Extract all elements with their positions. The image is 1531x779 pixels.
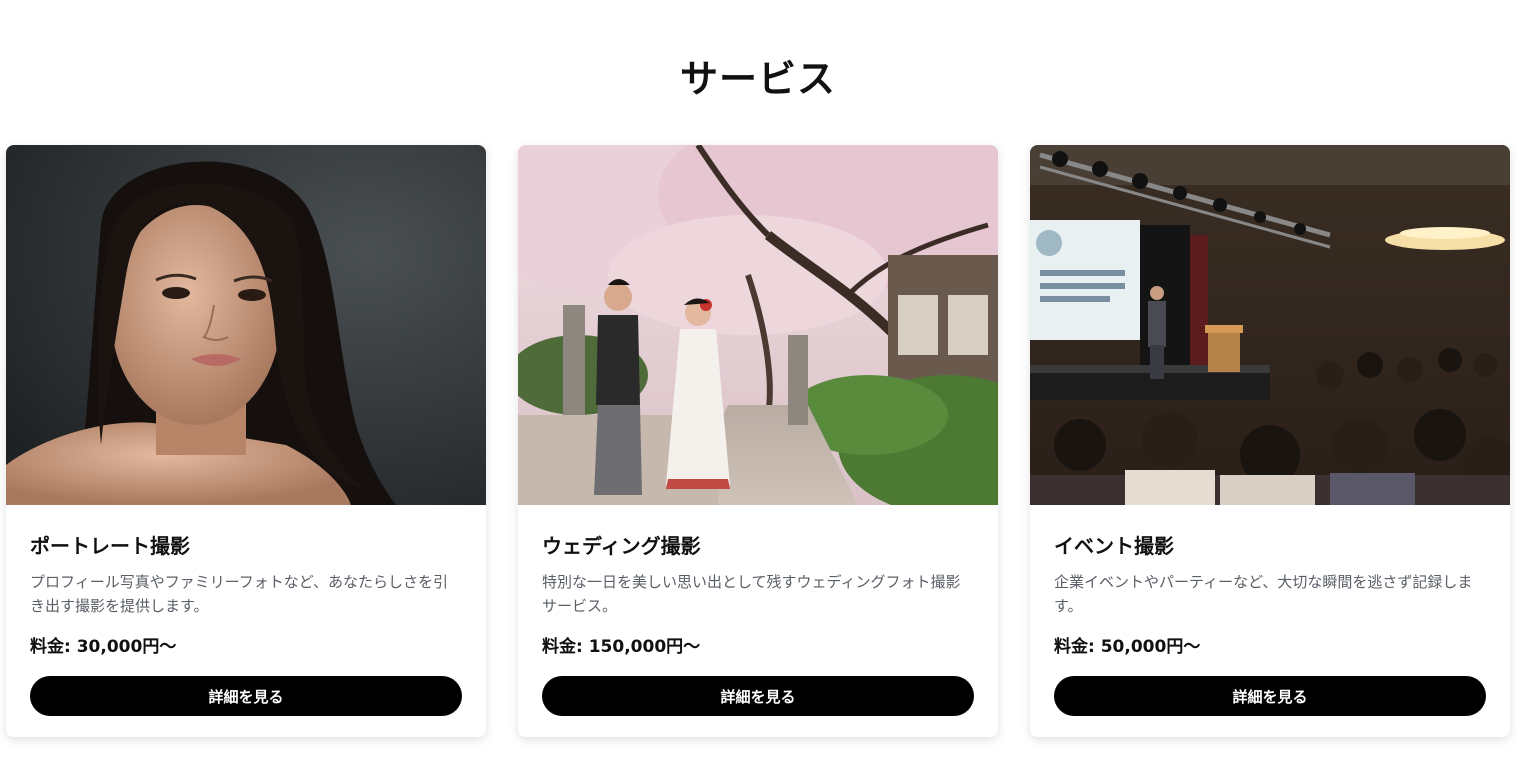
service-card-wedding: ウェディング撮影 特別な一日を美しい思い出として残すウェディングフォト撮影サービ… [518,145,998,737]
portrait-photo-image [6,145,486,505]
service-description: 特別な一日を美しい思い出として残すウェディングフォト撮影サービス。 [542,573,961,615]
service-title: ウェディング撮影 [542,534,701,558]
service-price: 料金: 30,000円〜 [30,633,462,661]
services-page: サービス ポートレート撮影 プロフィール写真やファミリーフォトなど、あなたらしさ… [0,0,1531,779]
section-title: サービス [679,57,836,101]
service-description: 企業イベントやパーティーなど、大切な瞬間を逃さず記録します。 [1054,573,1473,615]
card-body: イベント撮影 企業イベントやパーティーなど、大切な瞬間を逃さず記録します。 料金… [1030,505,1510,716]
service-card-event: イベント撮影 企業イベントやパーティーなど、大切な瞬間を逃さず記録します。 料金… [1030,145,1510,737]
service-description: プロフィール写真やファミリーフォトなど、あなたらしさを引き出す撮影を提供します。 [30,573,449,615]
service-price: 料金: 50,000円〜 [1054,633,1486,661]
view-details-button[interactable]: 詳細を見る [542,676,974,716]
card-body: ポートレート撮影 プロフィール写真やファミリーフォトなど、あなたらしさを引き出す… [6,505,486,716]
service-title: ポートレート撮影 [30,534,190,558]
service-price: 料金: 150,000円〜 [542,633,974,661]
wedding-photo-image [518,145,998,505]
service-card-portrait: ポートレート撮影 プロフィール写真やファミリーフォトなど、あなたらしさを引き出す… [6,145,486,737]
service-title: イベント撮影 [1054,534,1174,558]
price-value: 150,000円〜 [588,637,701,657]
price-label: 料金: [1054,637,1101,657]
price-value: 50,000円〜 [1100,637,1201,657]
card-body: ウェディング撮影 特別な一日を美しい思い出として残すウェディングフォト撮影サービ… [518,505,998,716]
service-card-list: ポートレート撮影 プロフィール写真やファミリーフォトなど、あなたらしさを引き出す… [6,145,1510,737]
price-label: 料金: [30,637,77,657]
view-details-button[interactable]: 詳細を見る [30,676,462,716]
event-photo-image [1030,145,1510,505]
price-value: 30,000円〜 [76,637,177,657]
view-details-button[interactable]: 詳細を見る [1054,676,1486,716]
price-label: 料金: [542,637,589,657]
